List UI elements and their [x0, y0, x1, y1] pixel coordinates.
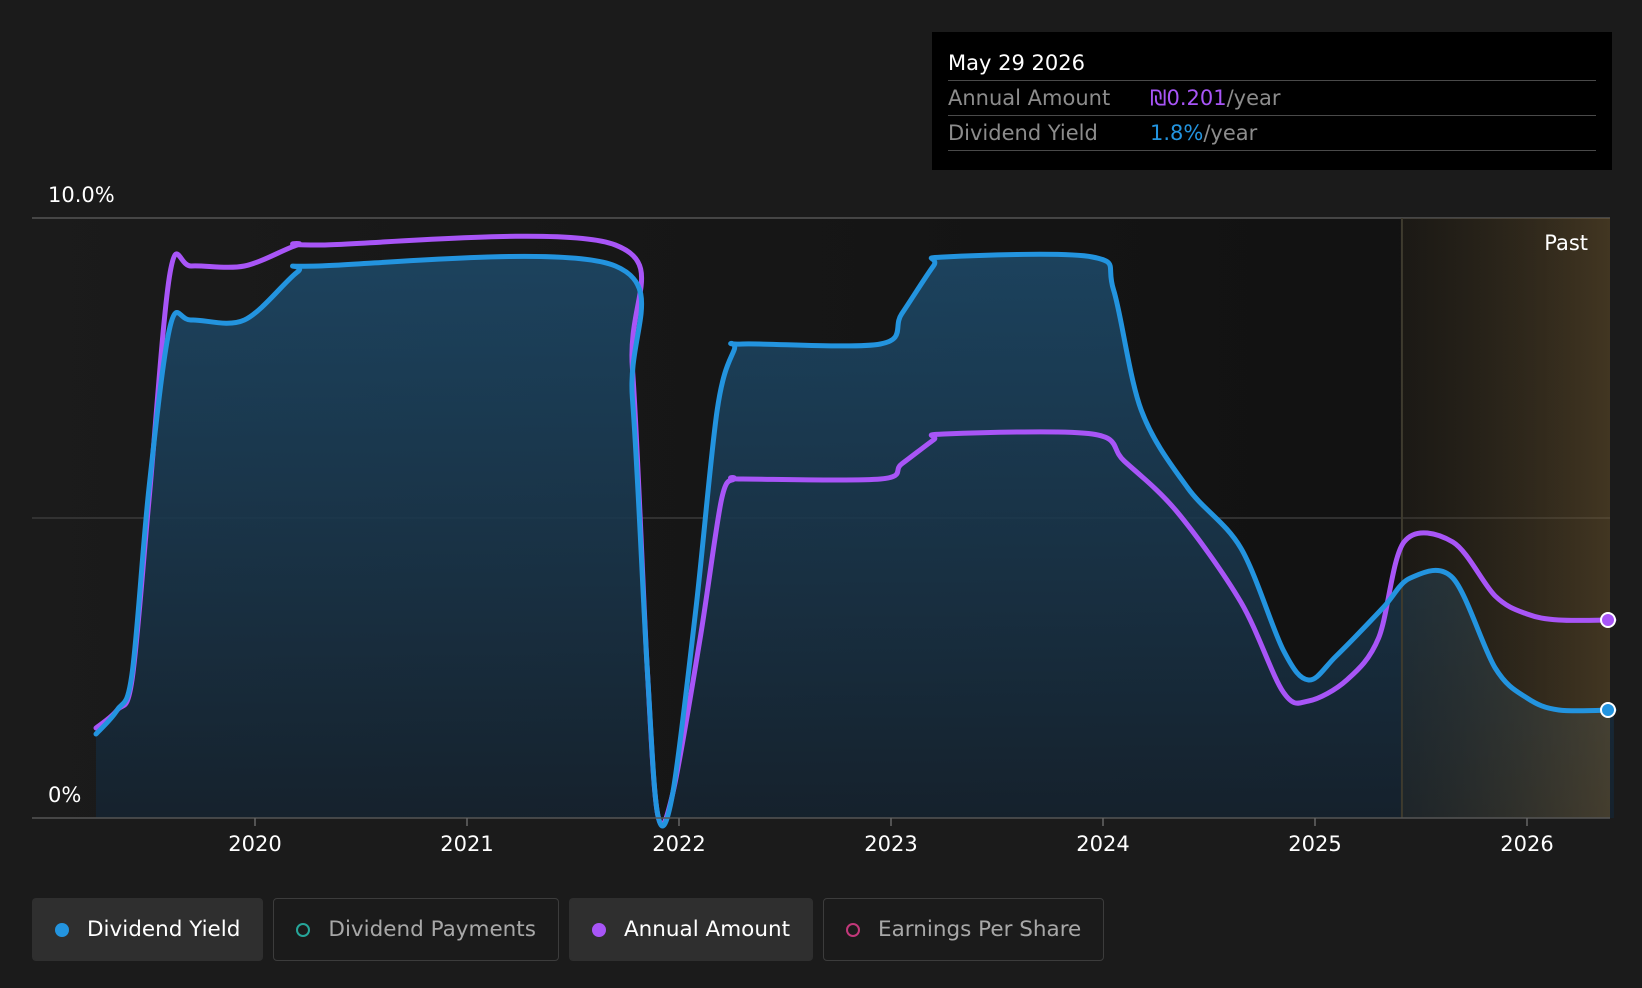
x-tick-label: 2025	[1288, 832, 1341, 856]
annual-amount-end-point	[1600, 612, 1616, 628]
tooltip-yield-value: 1.8%	[1150, 121, 1204, 145]
x-tick-label: 2024	[1076, 832, 1129, 856]
legend: Dividend Yield Dividend Payments Annual …	[32, 898, 1105, 961]
legend-annual-amount[interactable]: Annual Amount	[568, 898, 814, 961]
legend-dot-icon	[55, 922, 69, 937]
legend-ring-icon	[296, 922, 311, 937]
x-tick-label: 2020	[228, 832, 281, 856]
y-tick-label-zero: 0%	[48, 783, 81, 807]
tooltip-yield-label: Dividend Yield	[948, 121, 1098, 145]
tooltip-yield-unit: /year	[1203, 121, 1258, 145]
legend-label: Earnings Per Share	[878, 917, 1082, 942]
tooltip-yield-row: Dividend Yield 1.8% /year	[948, 115, 1596, 151]
tooltip-annual-value: ₪0.201	[1150, 86, 1227, 110]
tooltip-annual-label: Annual Amount	[948, 86, 1111, 110]
x-tick-label: 2021	[440, 832, 493, 856]
legend-dividend-payments[interactable]: Dividend Payments	[273, 898, 559, 961]
tooltip-annual-row: Annual Amount ₪0.201 /year	[948, 80, 1596, 115]
tooltip: May 29 2026 Annual Amount ₪0.201 /year D…	[932, 32, 1612, 170]
legend-ring-icon	[846, 922, 861, 937]
x-tick-label: 2026	[1500, 832, 1553, 856]
x-tick-label: 2023	[864, 832, 917, 856]
past-region	[1401, 218, 1610, 818]
tooltip-annual-unit: /year	[1226, 86, 1281, 110]
legend-label: Dividend Payments	[328, 917, 536, 942]
legend-earnings-per-share[interactable]: Earnings Per Share	[823, 898, 1105, 961]
past-label: Past	[1544, 231, 1588, 255]
legend-dot-icon	[591, 922, 606, 937]
legend-label: Annual Amount	[623, 917, 791, 942]
legend-label: Dividend Yield	[87, 917, 241, 942]
y-tick-label-top: 10.0%	[48, 183, 115, 207]
tooltip-date: May 29 2026	[948, 51, 1085, 75]
x-tick-label: 2022	[652, 832, 705, 856]
dividend-yield-end-point	[1600, 702, 1616, 718]
legend-dividend-yield[interactable]: Dividend Yield	[32, 898, 264, 961]
